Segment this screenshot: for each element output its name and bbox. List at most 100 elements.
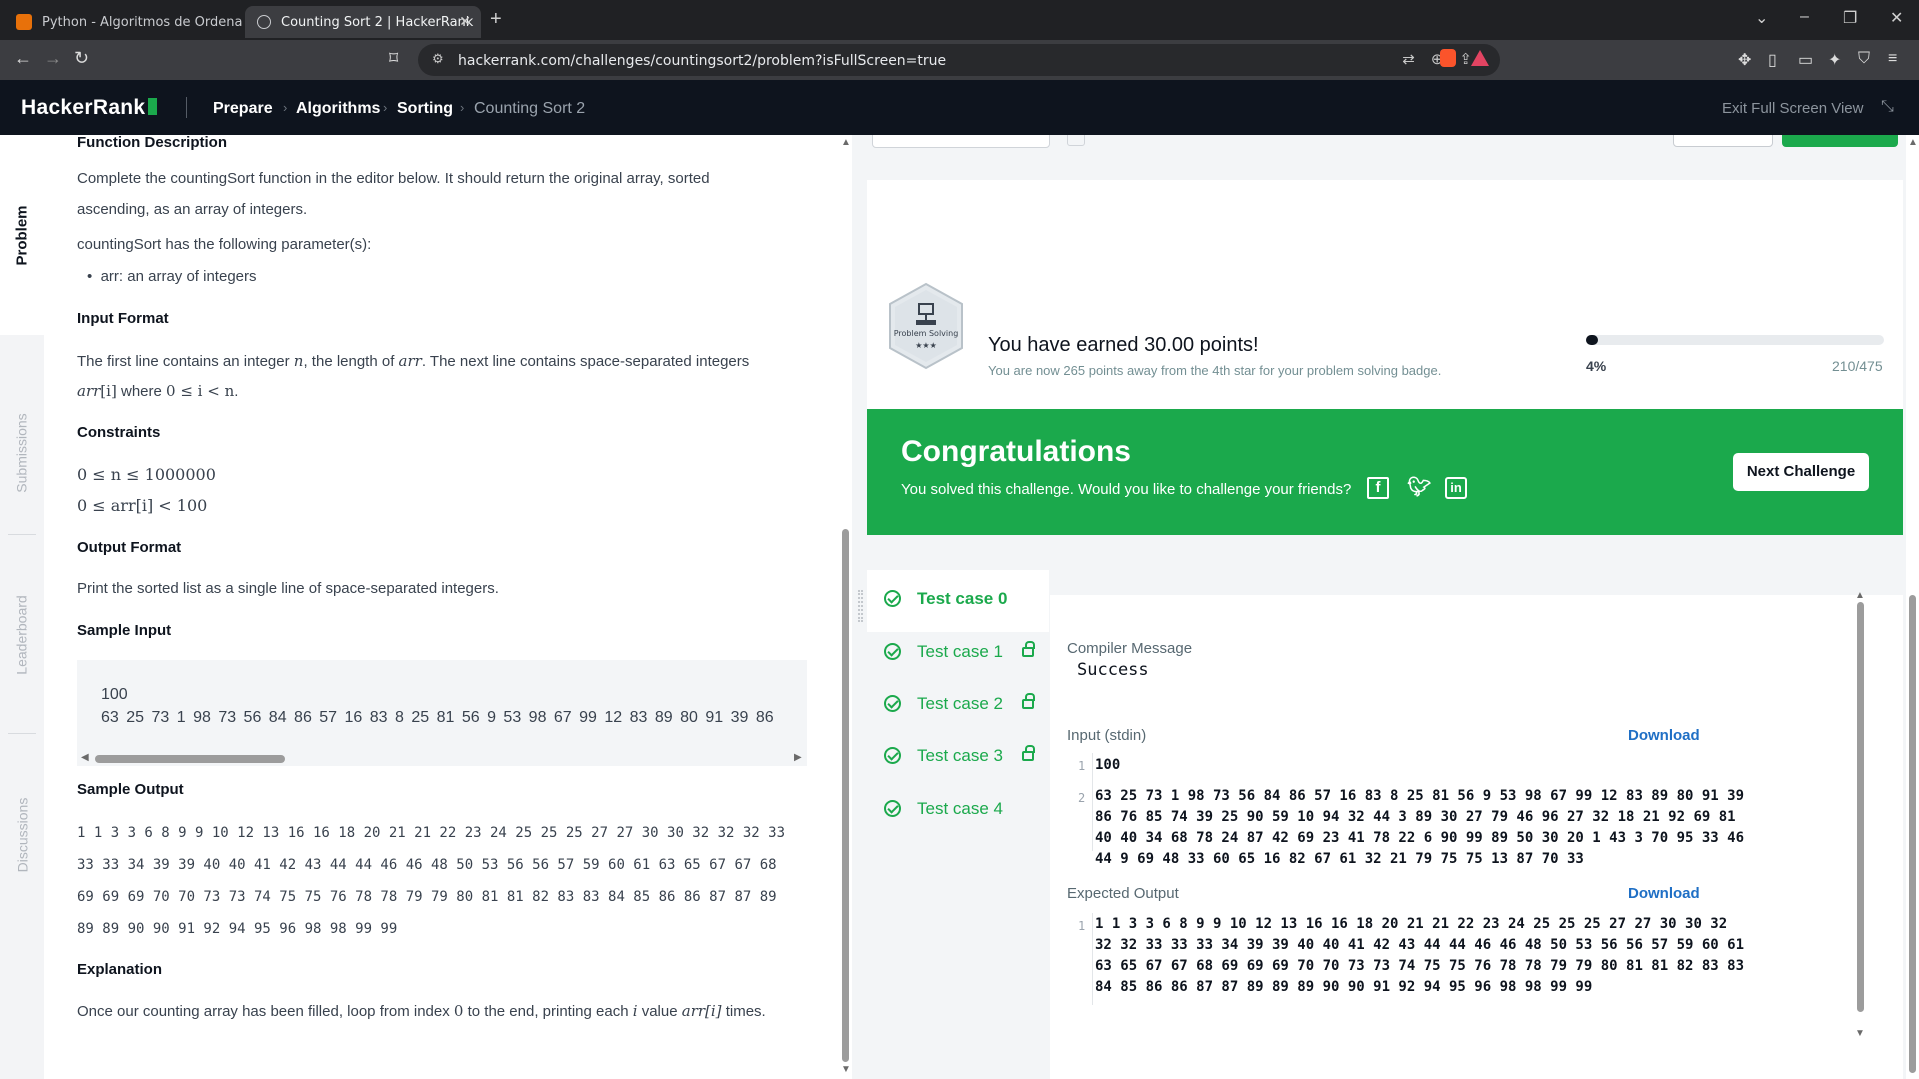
facebook-icon[interactable]: f [1367,477,1389,499]
function-description-heading: Function Description [77,135,227,151]
breadcrumb-chevron-icon: › [460,100,465,115]
badge-label: Problem Solving [894,329,959,338]
input-format-line1: The first line contains an integer n, th… [77,352,750,370]
scroll-down-icon[interactable]: ▼ [1855,1028,1865,1039]
leo-ai-icon[interactable]: ✦ [1828,50,1841,70]
download-input-link[interactable]: Download [1628,727,1700,744]
constraint-arr: 0 ≤ arr[i] < 100 [77,496,208,515]
line-number: 2 [1078,791,1086,805]
hackerrank-logo[interactable]: HackerRank [21,96,158,120]
function-description-line2: ascending, as an array of integers. [77,201,308,218]
testcase-label: Test case 0 [917,589,1008,608]
lock-icon [1022,641,1035,657]
tab-label: Problem [13,204,31,266]
testcase-tab-4[interactable]: Test case 4 [867,780,1049,842]
next-challenge-button[interactable]: Next Challenge [1733,453,1869,491]
scroll-right-icon[interactable]: ▶ [794,752,802,763]
expected-output-label: Expected Output [1067,885,1179,902]
extensions-icon[interactable]: ✥ [1738,50,1751,70]
browser-tab-python[interactable]: Python - Algoritmos de Ordenamie [4,6,242,38]
language-select[interactable] [872,135,1050,148]
check-circle-icon [884,590,901,607]
line-number: 1 [1078,919,1086,933]
browser-tab-hackerrank[interactable]: Counting Sort 2 | HackerRank ✕ [245,6,481,38]
checkbox[interactable] [1067,135,1085,146]
breadcrumb-chevron-icon: › [383,100,388,115]
lock-icon [1022,693,1035,709]
close-window-icon[interactable]: ✕ [1890,8,1903,28]
sample-output-line: 1 1 3 3 6 8 9 9 10 12 13 16 16 18 20 21 … [77,825,786,841]
scroll-down-icon[interactable]: ▼ [841,1064,851,1075]
exit-fullscreen-icon[interactable]: ⤡ [1881,98,1894,116]
breadcrumb-sorting[interactable]: Sorting [397,100,453,118]
scroll-up-icon[interactable]: ▲ [841,137,851,148]
tab-title: Python - Algoritmos de Ordenamie [42,14,242,30]
sidebar-icon[interactable]: ▯ [1768,50,1777,70]
brave-rewards-icon[interactable] [1471,50,1489,66]
sample-input-line2: 63 25 73 1 98 73 56 84 86 57 16 83 8 25 … [101,709,774,726]
tab-discussions[interactable]: Discussions [0,735,44,935]
download-expected-link[interactable]: Download [1628,885,1700,902]
scrollbar-thumb[interactable] [95,755,285,763]
function-description-line1: Complete the countingSort function in th… [77,170,710,187]
scrollbar-thumb[interactable] [1857,602,1864,1012]
scroll-left-icon[interactable]: ◀ [81,752,89,763]
tab-leaderboard[interactable]: Leaderboard [0,535,44,735]
new-tab-icon[interactable]: + [490,8,502,31]
breadcrumb-prepare[interactable]: Prepare [213,100,273,118]
vpn-icon[interactable]: ⛉ [1858,50,1870,68]
reload-icon[interactable]: ↻ [74,48,89,69]
page-scrollbar[interactable]: ▲ [1906,135,1919,1079]
badge-progress-count: 210/475 [1832,358,1883,374]
exit-fullscreen-link[interactable]: Exit Full Screen View [1722,100,1863,117]
tab-divider [8,733,36,734]
scrollbar-thumb[interactable] [1909,595,1916,1073]
drag-handle-icon[interactable] [858,590,863,622]
testcase-label: Test case 4 [917,799,1003,818]
points-earned-title: You have earned 30.00 points! [988,334,1259,356]
breadcrumb-algorithms[interactable]: Algorithms [296,100,380,118]
input-format-heading: Input Format [77,310,169,327]
wallet-icon[interactable]: ▭ [1798,50,1813,70]
testcase-label: Test case 1 [917,642,1003,661]
bookmark-icon[interactable]: ⌑ [389,48,398,69]
tab-problem[interactable]: Problem [0,135,44,335]
minimize-icon[interactable]: – [1800,8,1809,26]
address-bar[interactable]: ⚙ hackerrank.com/challenges/countingsort… [418,44,1500,76]
logo-mark-icon [148,98,158,115]
problem-scrollbar[interactable]: ▲ ▼ [840,135,852,1079]
scroll-up-icon[interactable]: ▲ [1855,590,1865,601]
linkedin-icon[interactable]: in [1445,477,1467,499]
site-info-icon[interactable]: ⚙ [432,51,444,67]
forward-icon[interactable]: → [44,48,62,69]
scrollbar-thumb[interactable] [842,529,849,1062]
submit-code-button[interactable] [1782,135,1898,147]
lock-icon [1022,745,1035,761]
badge-progress-fill [1586,335,1598,345]
output-scrollbar[interactable]: ▲ ▼ [1855,590,1865,1040]
testcase-output: Compiler Message Success Input (stdin) D… [1050,595,1903,1079]
breadcrumb-chevron-icon: › [283,100,288,115]
run-code-button[interactable] [1673,135,1773,147]
tab-label: Submissions [14,412,30,493]
twitter-icon[interactable]: 🐦︎ [1407,477,1431,499]
code-gutter-divider [1092,753,1093,851]
input-label: Input (stdin) [1067,727,1147,744]
testcase-label: Test case 2 [917,694,1003,713]
back-icon[interactable]: ← [14,48,32,69]
close-tab-icon[interactable]: ✕ [459,14,471,30]
expected-output-line-1: 1 1 3 3 6 8 9 9 10 12 13 16 16 18 20 21 … [1095,916,1745,995]
restore-icon[interactable]: ❐ [1843,8,1857,28]
url-text[interactable]: hackerrank.com/challenges/countingsort2/… [458,53,946,69]
check-circle-icon [884,747,901,764]
scroll-up-icon[interactable]: ▲ [1908,137,1918,148]
input-line-1: 100 [1095,757,1121,773]
sample-input-heading: Sample Input [77,622,172,639]
compiler-message: Success [1077,660,1149,680]
brave-shields-icon[interactable] [1440,49,1456,67]
menu-icon[interactable]: ≡ [1888,50,1897,68]
constraint-n: 0 ≤ n ≤ 1000000 [77,465,216,484]
check-circle-icon [884,800,901,817]
sample-output-line: 69 69 69 70 70 73 73 74 75 75 76 78 78 7… [77,889,777,905]
tab-list-chevron-icon[interactable]: ⌄ [1755,8,1768,28]
